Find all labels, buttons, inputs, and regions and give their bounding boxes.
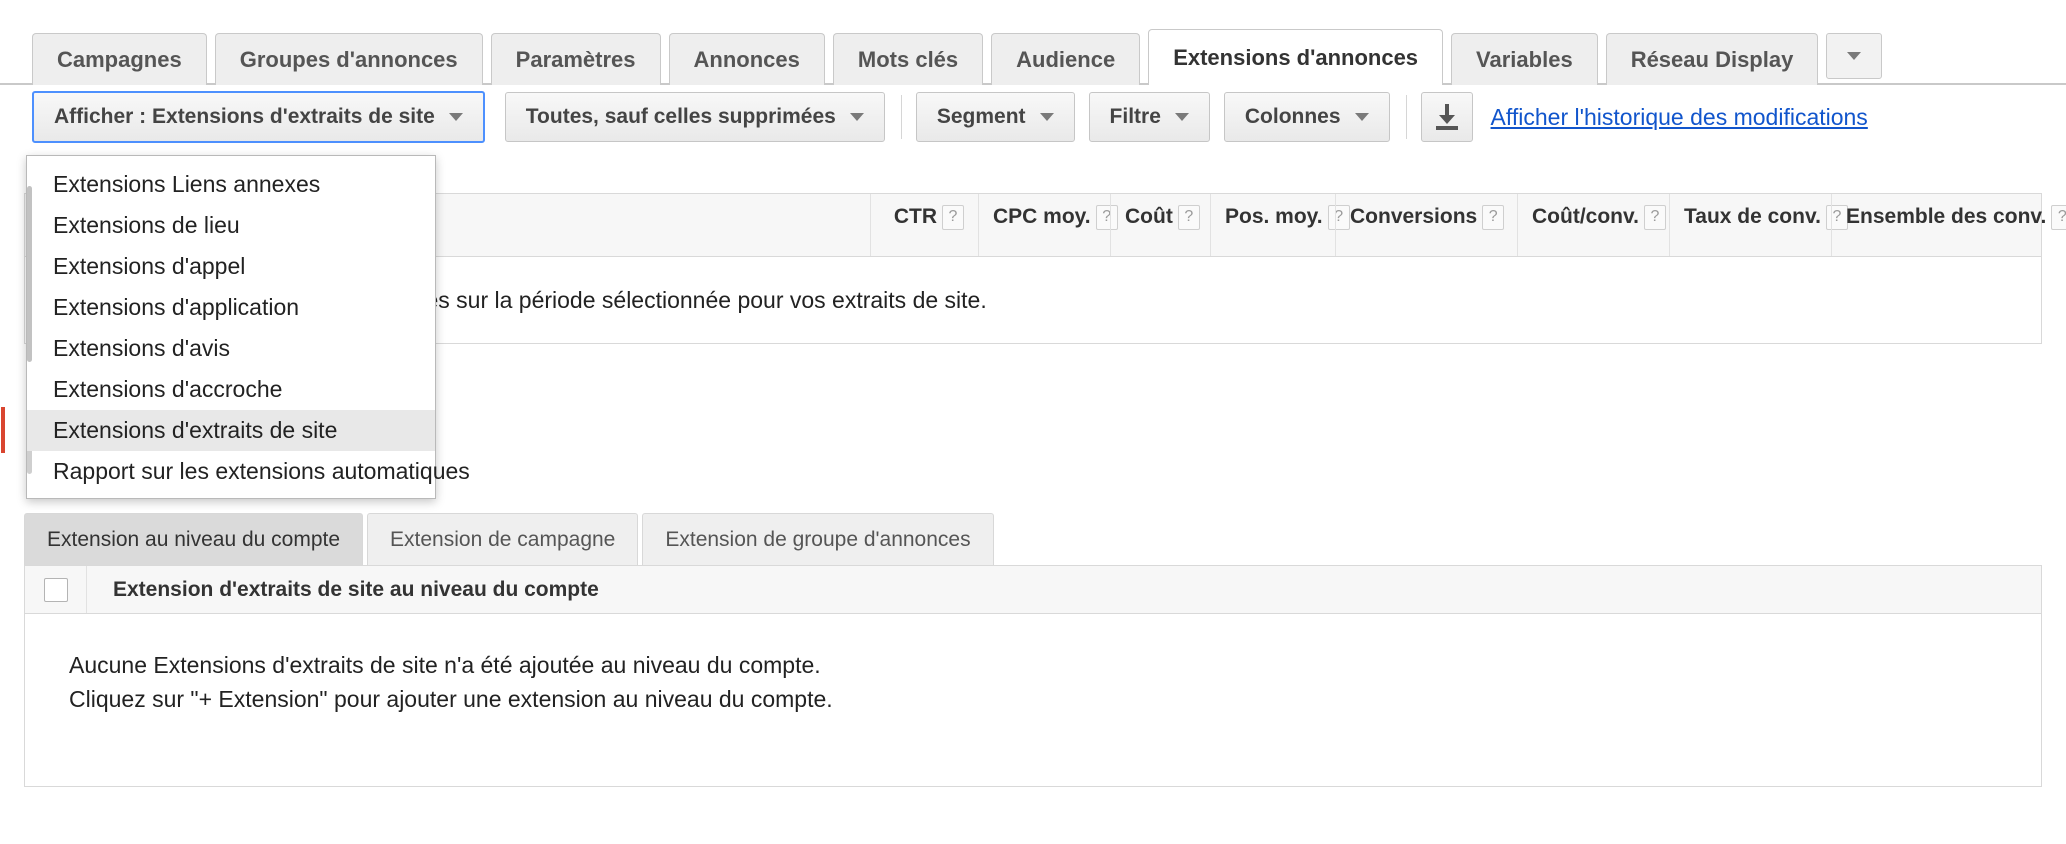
chevron-down-icon [1174, 113, 1189, 121]
empty-state-line-2: Cliquez sur "+ Extension" pour ajouter u… [69, 686, 833, 712]
help-icon[interactable]: ? [1482, 205, 1505, 230]
help-icon[interactable]: ? [1177, 205, 1200, 230]
view-selector-menu: Extensions Liens annexes Extensions de li… [1, 155, 470, 499]
tab-r-seau-display[interactable]: Réseau Display [1605, 33, 1819, 85]
tab-campagnes[interactable]: Campagnes [32, 33, 207, 85]
menu-item-extensions-d-extraits-de-site[interactable]: Extensions d'extraits de site [1, 407, 435, 453]
tab-variables[interactable]: Variables [1451, 33, 1598, 85]
menu-item-extensions-d-avis[interactable]: Extensions d'avis [27, 328, 435, 369]
toolbar-divider [900, 95, 902, 139]
columns-label: Colonnes [1244, 105, 1341, 128]
column-header-label: Coût [1125, 205, 1173, 228]
chevron-down-icon [1847, 52, 1862, 60]
primary-tab-bar: Campagnes Groupes d'annonces Paramètres Ann… [0, 0, 2066, 87]
help-icon[interactable]: ? [942, 205, 964, 230]
menu-item-extensions-de-lieu[interactable]: Extensions de lieu [27, 205, 435, 246]
column-header-ctr[interactable]: CTR? [870, 194, 978, 256]
account-extension-panel-title: Extension d'extraits de site au niveau d… [113, 577, 599, 601]
menu-item-extensions-d-application[interactable]: Extensions d'application [27, 287, 435, 328]
column-header-pos-moy[interactable]: Pos. moy.? [1210, 194, 1350, 256]
column-header-conversions[interactable]: Conversions? [1335, 194, 1517, 256]
subtab-extension-au-niveau-du-compte[interactable]: Extension au niveau du compte [24, 513, 364, 565]
account-extension-panel-body: Aucune Extensions d'extraits de site n'a… [25, 614, 2041, 716]
column-header-label: Conversions [1350, 205, 1478, 228]
primary-tabs: Campagnes Groupes d'annonces Paramètres Ann… [32, 29, 1883, 87]
toolbar-divider [1405, 95, 1407, 139]
menu-item-extensions-liens-annexes[interactable]: Extensions Liens annexes [27, 164, 435, 205]
help-icon[interactable]: ? [2051, 205, 2066, 230]
columns-button[interactable]: Colonnes [1223, 92, 1390, 142]
subtab-extension-de-campagne[interactable]: Extension de campagne [367, 513, 639, 565]
change-history-link[interactable]: Afficher l'historique des modifications [1491, 104, 1868, 131]
column-header-label: Pos. moy. [1225, 205, 1323, 228]
status-filter-button[interactable]: Toutes, sauf celles supprimées [504, 92, 885, 142]
column-header-label: Taux de conv. [1684, 205, 1821, 228]
chevron-down-icon [1039, 113, 1054, 121]
tab-annonces[interactable]: Annonces [668, 33, 825, 85]
tab-mots-cl-s[interactable]: Mots clés [832, 33, 984, 85]
filter-label: Filtre [1109, 105, 1161, 128]
account-extension-panel: Extension d'extraits de site au niveau d… [24, 565, 2042, 787]
tab-groupes-d-annonces[interactable]: Groupes d'annonces [214, 33, 483, 85]
empty-state-line-1: Aucune Extensions d'extraits de site n'a… [69, 652, 821, 678]
column-header-label: CPC moy. [993, 205, 1091, 228]
column-header-label: Ensemble des conv. [1846, 205, 2047, 228]
filter-button[interactable]: Filtre [1088, 92, 1210, 142]
select-all-cell[interactable] [25, 566, 87, 613]
tab-extensions-d-annonces[interactable]: Extensions d'annonces [1148, 29, 1444, 87]
column-header-label: Coût/conv. [1532, 205, 1639, 228]
download-button[interactable] [1420, 92, 1473, 142]
menu-item-extensions-d-appel[interactable]: Extensions d'appel [27, 246, 435, 287]
menu-item-rapport-sur-les-extensions-automatiques[interactable]: Rapport sur les extensions automatiques [27, 451, 470, 492]
view-selector-button[interactable]: Afficher : Extensions d'extraits de site [32, 91, 485, 143]
tabs-overflow-button[interactable] [1826, 33, 1883, 79]
column-header-ensemble-des-conv[interactable]: Ensemble des conv.? [1831, 194, 2066, 256]
column-header-taux-de-conv[interactable]: Taux de conv.? [1669, 194, 1848, 256]
column-header-co-t[interactable]: Coût? [1110, 194, 1210, 256]
menu-item-extensions-d-accroche[interactable]: Extensions d'accroche [27, 369, 435, 410]
column-header-cpc-moy[interactable]: CPC moy.? [978, 194, 1118, 256]
help-icon[interactable]: ? [1643, 205, 1666, 230]
chevron-down-icon [448, 113, 463, 121]
subtab-extension-de-groupe-d-annonces[interactable]: Extension de groupe d'annonces [642, 513, 994, 565]
segment-button[interactable]: Segment [915, 92, 1075, 142]
tab-audience[interactable]: Audience [991, 33, 1141, 85]
extension-level-tabs: Extension au niveau du compte Extension d… [24, 513, 994, 565]
view-selector-label: Afficher : Extensions d'extraits de site [54, 105, 435, 128]
chevron-down-icon [849, 113, 864, 121]
segment-label: Segment [936, 105, 1026, 128]
account-extension-panel-header: Extension d'extraits de site au niveau d… [25, 566, 2041, 614]
download-icon [1435, 104, 1458, 130]
column-header-co-t-conv[interactable]: Coût/conv.? [1517, 194, 1669, 256]
chevron-down-icon [1354, 113, 1369, 121]
tab-param-tres[interactable]: Paramètres [490, 33, 661, 85]
status-filter-label: Toutes, sauf celles supprimées [525, 105, 836, 128]
select-all-checkbox[interactable] [43, 577, 68, 602]
column-header-label: CTR [893, 205, 937, 228]
toolbar: Afficher : Extensions d'extraits de site… [0, 85, 2066, 149]
